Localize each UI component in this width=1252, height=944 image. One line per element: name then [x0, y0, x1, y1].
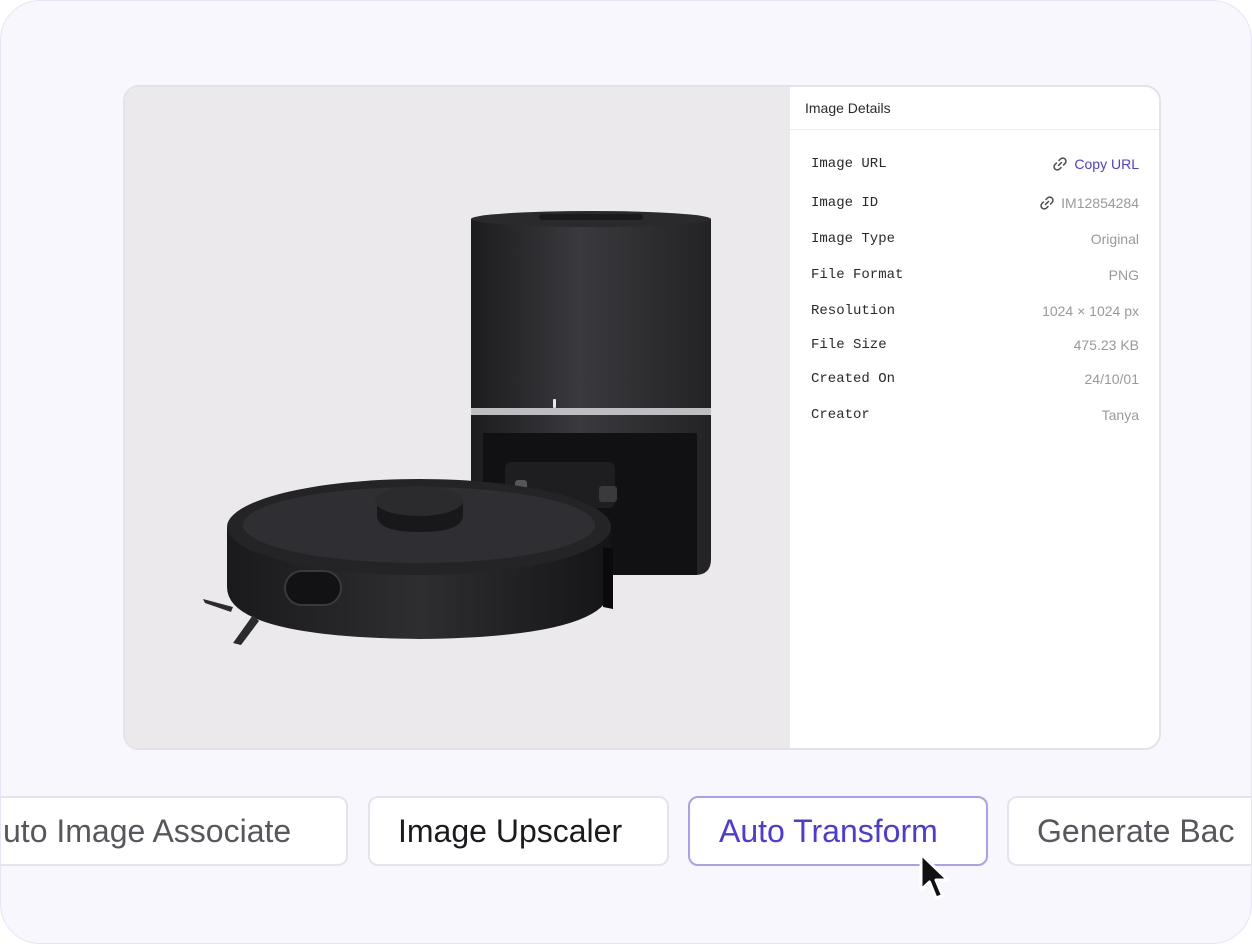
- row-image-type: Image Type Original: [811, 228, 1139, 250]
- tool-label: Auto Transform: [719, 813, 938, 849]
- link-icon: [1040, 196, 1054, 210]
- copy-url-link[interactable]: Copy URL: [1052, 156, 1139, 172]
- row-file-size: File Size 475.23 KB: [811, 334, 1139, 356]
- row-label: Image ID: [811, 195, 879, 211]
- mouse-cursor-icon: [919, 852, 950, 900]
- tool-generate-background[interactable]: Generate Bac: [1007, 796, 1251, 866]
- row-value: Tanya: [1101, 407, 1139, 423]
- tool-image-upscaler[interactable]: Image Upscaler: [368, 796, 669, 866]
- row-label: Creator: [811, 407, 870, 423]
- row-value: Original: [1090, 231, 1139, 247]
- row-label: File Size: [811, 337, 887, 353]
- copy-url-label: Copy URL: [1074, 156, 1139, 172]
- row-label: Resolution: [811, 303, 896, 319]
- row-image-id: Image ID IM12854284: [811, 192, 1139, 214]
- tool-label: Generate Bac: [1037, 813, 1235, 849]
- row-label: Image URL: [811, 156, 887, 172]
- row-label: Image Type: [811, 231, 896, 247]
- row-value: 1024 × 1024 px: [1042, 303, 1139, 319]
- tool-auto-image-associate[interactable]: uto Image Associate: [1, 796, 348, 866]
- row-label: File Format: [811, 267, 904, 283]
- image-details-panel: Image Details Image URL Copy URL Image I…: [790, 87, 1159, 748]
- image-detail-card: Image Details Image URL Copy URL Image I…: [123, 85, 1161, 750]
- app-frame: Image Details Image URL Copy URL Image I…: [0, 0, 1252, 944]
- tool-label: Image Upscaler: [398, 813, 623, 849]
- row-image-url: Image URL Copy URL: [811, 153, 1139, 175]
- row-resolution: Resolution 1024 × 1024 px: [811, 300, 1139, 322]
- details-header: Image Details: [790, 87, 1159, 130]
- image-preview: [125, 87, 790, 748]
- row-creator: Creator Tanya: [811, 404, 1139, 426]
- row-value: IM12854284: [1039, 195, 1139, 211]
- row-value: 475.23 KB: [1073, 337, 1139, 353]
- robot-vacuum-image: [203, 211, 711, 645]
- row-file-format: File Format PNG: [811, 264, 1139, 286]
- link-icon: [1053, 157, 1068, 171]
- image-id-value: IM12854284: [1061, 195, 1139, 211]
- row-value: PNG: [1108, 267, 1139, 283]
- tool-label: uto Image Associate: [3, 813, 292, 849]
- row-value: 24/10/01: [1084, 371, 1140, 387]
- row-label: Created On: [811, 371, 896, 387]
- row-created-on: Created On 24/10/01: [811, 368, 1139, 390]
